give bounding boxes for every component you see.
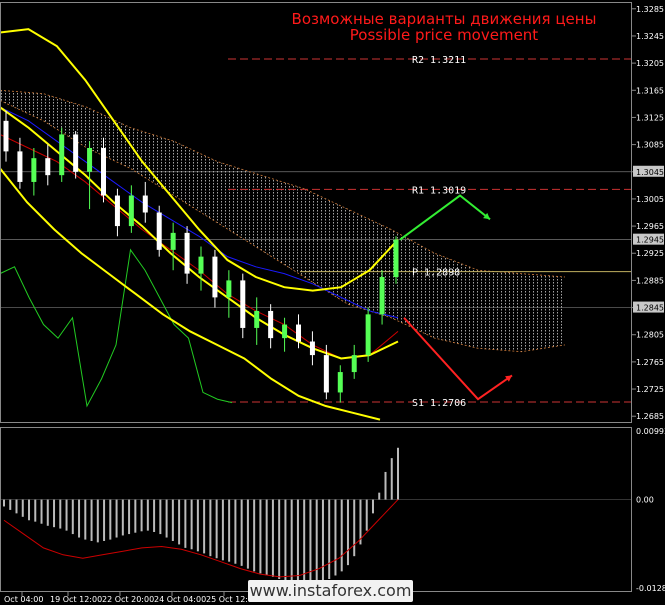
level-label-p: P 1.2898 bbox=[412, 268, 460, 279]
candle-body bbox=[212, 256, 218, 298]
level-label-r1: R1 1.3019 bbox=[412, 185, 466, 196]
price-chart-svg: R2 1.3211 R1 1.3019 P 1.2898 S1 1.2706 1.32… bbox=[0, 2, 665, 604]
candle-body bbox=[156, 212, 162, 250]
price-tick-label: 1.2805 bbox=[636, 331, 664, 340]
level-label-s1: S1 1.2706 bbox=[412, 398, 466, 409]
candle-body bbox=[254, 310, 260, 328]
candle-body bbox=[142, 195, 148, 213]
price-tick-label: 1.3085 bbox=[636, 141, 664, 150]
candle-body bbox=[45, 158, 51, 176]
candle-body bbox=[268, 310, 274, 339]
ichimoku-cloud bbox=[0, 90, 565, 352]
candle-body bbox=[17, 151, 23, 182]
candle-body bbox=[379, 277, 385, 315]
candle-body bbox=[323, 355, 329, 393]
candle-body bbox=[114, 195, 120, 227]
time-tick-label: 19 Oct 12:00 bbox=[50, 595, 102, 604]
candle-body bbox=[240, 280, 246, 328]
ichimoku-cloud-layer bbox=[0, 89, 566, 353]
price-tick-label: 1.3245 bbox=[636, 32, 664, 41]
time-tick-label: Oct 04:00 bbox=[4, 595, 43, 604]
candle-body bbox=[170, 232, 176, 250]
candle-body bbox=[296, 324, 301, 342]
price-tick-label: 1.3205 bbox=[636, 59, 664, 68]
current-price-label: 1.2845 bbox=[636, 304, 664, 313]
time-tick-label: 22 Oct 20:00 bbox=[102, 595, 154, 604]
price-tick-label: 1.3285 bbox=[636, 5, 664, 14]
oscillator-tick-label: -0.01281 bbox=[636, 584, 665, 593]
candle-body bbox=[393, 239, 399, 278]
scenario-up-arrow-path bbox=[399, 194, 491, 241]
candle-body bbox=[226, 280, 232, 298]
chart-root: R2 1.3211 R1 1.3019 P 1.2898 S1 1.2706 1.32… bbox=[0, 0, 665, 605]
candle-body bbox=[337, 372, 343, 393]
price-tick-label: 1.2965 bbox=[636, 222, 664, 231]
price-tick-label: 1.2725 bbox=[636, 385, 664, 394]
candle-body bbox=[101, 147, 106, 196]
candle-body bbox=[87, 147, 93, 172]
watermark-link[interactable]: www.instaforex.com bbox=[248, 580, 413, 602]
candle-body bbox=[128, 195, 134, 227]
candle-body bbox=[31, 158, 37, 182]
oscillator-signal-line bbox=[3, 499, 399, 578]
candle-body bbox=[73, 134, 79, 172]
chart-subtitle: Possible price movement bbox=[350, 26, 539, 44]
oscillator-tick-label: 0.00993 bbox=[636, 427, 665, 436]
current-price-label: 1.3045 bbox=[636, 168, 664, 177]
ma-green-line bbox=[0, 248, 233, 408]
price-tick-label: 1.3165 bbox=[636, 86, 664, 95]
candle-body bbox=[3, 120, 9, 152]
candle-body bbox=[198, 256, 204, 274]
candle-body bbox=[365, 314, 371, 356]
candle-body bbox=[282, 324, 288, 339]
candle-body bbox=[351, 355, 357, 373]
price-tick-label: 1.3125 bbox=[636, 113, 664, 122]
price-tick-label: 1.3005 bbox=[636, 195, 664, 204]
time-tick-label: 24 Oct 04:00 bbox=[154, 595, 206, 604]
oscillator-tick-label: 0.00 bbox=[636, 496, 654, 505]
candle-body bbox=[184, 232, 190, 274]
price-tick-label: 1.2925 bbox=[636, 249, 664, 258]
current-price-label: 1.2945 bbox=[636, 236, 664, 245]
candle-body bbox=[309, 341, 315, 356]
price-tick-label: 1.2685 bbox=[636, 412, 664, 421]
axes-layer: 1.3285 1.3245 1.3205 1.3165 1.3125 1.3085 1.30… bbox=[0, 2, 665, 604]
candle-body bbox=[59, 134, 65, 176]
price-tick-label: 1.2765 bbox=[636, 358, 664, 367]
level-label-r2: R2 1.3211 bbox=[412, 55, 466, 66]
oscillator-layer bbox=[3, 447, 399, 586]
price-tick-label: 1.2885 bbox=[636, 276, 664, 285]
